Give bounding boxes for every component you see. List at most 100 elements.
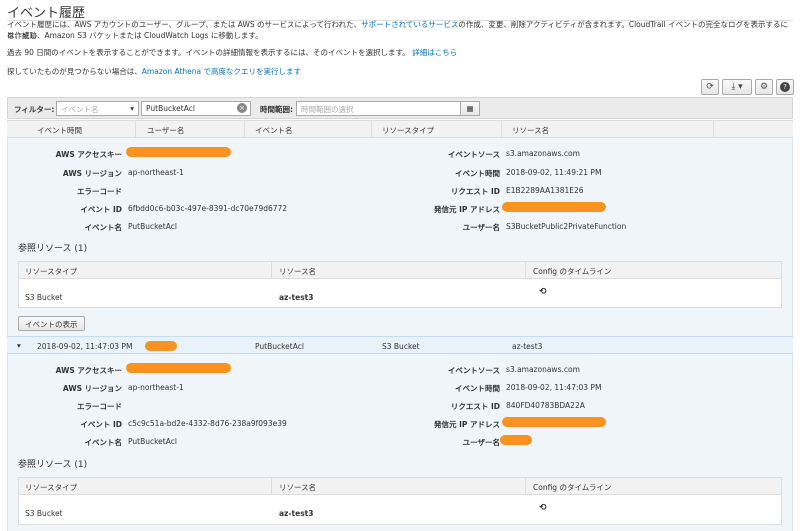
- calendar-button[interactable]: ▦: [460, 101, 480, 116]
- col-user-name[interactable]: ユーザー名: [147, 125, 184, 136]
- athena-query-link[interactable]: Amazon Athena で高度なクエリを実行します: [142, 67, 301, 76]
- help-icon: ?: [780, 82, 790, 92]
- user-name-label: ユーザー名: [462, 223, 500, 232]
- col-divider: [525, 478, 526, 495]
- row-resource-name: az-test3: [512, 342, 543, 351]
- redacted-source-ip: [502, 202, 606, 212]
- config-timeline-icon[interactable]: ⟲: [539, 287, 547, 297]
- col-divider: [135, 121, 136, 138]
- event-id-value: c5c9c51a-bd2e-4332-8d76-238a9f093e39: [128, 419, 287, 428]
- event-time-label: イベント時間: [455, 169, 500, 178]
- view-event-button[interactable]: イベントの表示: [18, 316, 85, 331]
- refresh-button[interactable]: ⟳: [701, 79, 719, 95]
- col-resource-type[interactable]: リソースタイプ: [382, 125, 434, 136]
- redacted-user-name: [145, 341, 177, 351]
- gear-icon: ⚙: [759, 82, 769, 92]
- referenced-resources-title: 参照リソース (1): [18, 460, 88, 470]
- user-name-value: S3BucketPublic2PrivateFunction: [506, 222, 627, 231]
- event-time-value: 2018-09-02, 11:49:21 PM: [506, 168, 602, 177]
- error-code-label: エラーコード: [77, 402, 122, 411]
- calendar-icon: ▦: [466, 104, 474, 113]
- request-id-label: リクエスト ID: [450, 402, 500, 411]
- clear-icon[interactable]: ×: [237, 103, 247, 113]
- collapse-caret-icon[interactable]: ▾: [17, 341, 21, 350]
- refresh-icon: ⟳: [706, 82, 714, 92]
- rt-col-name: リソース名: [279, 483, 317, 492]
- access-key-label: AWS アクセスキー: [55, 150, 122, 159]
- request-id-label: リクエスト ID: [450, 187, 500, 196]
- referenced-resources-table: リソースタイプ リソース名 Config のタイムライン S3 Bucket a…: [18, 261, 782, 308]
- download-button[interactable]: ⤓ ▾: [722, 79, 752, 95]
- time-range-input[interactable]: 時間範囲の選択: [296, 101, 461, 116]
- event-name-label: イベント名: [84, 438, 123, 447]
- resource-type-cell: S3 Bucket: [25, 509, 63, 518]
- resource-type-cell: S3 Bucket: [25, 293, 63, 302]
- download-icon: ⤓ ▾: [731, 82, 743, 92]
- resources-table-header: リソースタイプ リソース名 Config のタイムライン: [19, 478, 781, 495]
- rt-col-type: リソースタイプ: [25, 483, 78, 492]
- rt-col-type: リソースタイプ: [25, 267, 78, 276]
- redacted-user-name: [500, 435, 532, 445]
- filter-label: フィルター:: [14, 105, 55, 114]
- request-id-value: 840FD40783BDA22A: [506, 401, 585, 410]
- learn-more-link[interactable]: 詳細はこちら: [412, 48, 457, 57]
- event-source-value: s3.amazonaws.com: [506, 365, 580, 374]
- settings-button[interactable]: ⚙: [755, 79, 773, 95]
- col-divider: [501, 121, 502, 138]
- error-code-label: エラーコード: [77, 187, 122, 196]
- time-range-label: 時間範囲:: [260, 105, 293, 114]
- config-timeline-icon[interactable]: ⟲: [539, 503, 547, 513]
- chevron-down-icon: ▾: [130, 104, 134, 113]
- col-event-time[interactable]: イベント時間: [37, 125, 82, 136]
- intro-text: イベント履歴には、AWS アカウントのユーザー、グループ、または AWS のサー…: [7, 20, 362, 29]
- filter-attribute-select[interactable]: イベント名 ▾: [56, 101, 139, 116]
- access-key-label: AWS アクセスキー: [55, 366, 122, 375]
- filter-bar: フィルター: イベント名 ▾ PutBucketAcl × 時間範囲: 時間範囲…: [7, 97, 793, 119]
- filter-attribute-placeholder: イベント名: [61, 105, 99, 114]
- resources-table-header: リソースタイプ リソース名 Config のタイムライン: [19, 262, 781, 279]
- event-name-label: イベント名: [84, 223, 123, 232]
- event-id-value: 6fbdd0c6-b03c-497e-8391-dc70e79d6772: [128, 204, 288, 213]
- user-name-label: ユーザー名: [462, 438, 500, 447]
- rt-col-timeline: Config のタイムライン: [533, 483, 612, 492]
- region-value: ap-northeast-1: [128, 383, 184, 392]
- region-label: AWS リージョン: [62, 384, 122, 393]
- event-name-value: PutBucketAcl: [128, 437, 177, 446]
- redacted-source-ip: [502, 417, 606, 427]
- help-button[interactable]: ?: [776, 79, 794, 95]
- intro-text: 探していたものが見つからない場合は、: [7, 67, 142, 76]
- toolbar: ⟳ ⤓ ▾ ⚙ ?: [701, 79, 794, 95]
- col-divider: [371, 121, 372, 138]
- referenced-resources-title: 参照リソース (1): [18, 244, 88, 254]
- event-time-label: イベント時間: [455, 384, 500, 393]
- event-id-label: イベント ID: [80, 205, 122, 214]
- time-range-placeholder: 時間範囲の選択: [301, 105, 354, 114]
- row-event-time: 2018-09-02, 11:47:03 PM: [37, 342, 133, 351]
- col-divider: [713, 121, 714, 138]
- event-source-value: s3.amazonaws.com: [506, 149, 580, 158]
- row-event-name: PutBucketAcl: [255, 342, 304, 351]
- intro-text-3: 過去 90 日間のイベントを表示することができます。イベントの詳細情報を表示する…: [7, 47, 457, 58]
- rt-col-name: リソース名: [279, 267, 317, 276]
- col-divider: [244, 121, 245, 138]
- rt-col-timeline: Config のタイムライン: [533, 267, 612, 276]
- source-ip-label: 発信元 IP アドレス: [433, 205, 500, 214]
- event-id-label: イベント ID: [80, 420, 122, 429]
- supported-services-link[interactable]: サポートされているサービス: [361, 20, 458, 29]
- event-name-value: PutBucketAcl: [128, 222, 177, 231]
- event-source-label: イベントソース: [447, 150, 500, 159]
- filter-value-input[interactable]: PutBucketAcl ×: [141, 101, 251, 116]
- col-resource-name[interactable]: リソース名: [512, 125, 549, 136]
- event-time-value: 2018-09-02, 11:47:03 PM: [506, 383, 602, 392]
- region-value: ap-northeast-1: [128, 168, 184, 177]
- col-divider: [525, 262, 526, 279]
- col-event-name[interactable]: イベント名: [255, 125, 293, 136]
- resource-name-link[interactable]: az-test3: [279, 509, 313, 518]
- event-row-2[interactable]: ▾ 2018-09-02, 11:47:03 PM PutBucketAcl S…: [7, 336, 793, 354]
- intro-text-2: を作成し、Amazon S3 バケットまたは CloudWatch Logs に…: [7, 31, 263, 40]
- resource-name-link[interactable]: az-test3: [279, 293, 313, 302]
- col-divider: [271, 478, 272, 495]
- referenced-resources-table: リソースタイプ リソース名 Config のタイムライン S3 Bucket a…: [18, 477, 782, 525]
- intro-text-4: 探していたものが見つからない場合は、Amazon Athena で高度なクエリを…: [7, 66, 301, 77]
- col-divider: [271, 262, 272, 279]
